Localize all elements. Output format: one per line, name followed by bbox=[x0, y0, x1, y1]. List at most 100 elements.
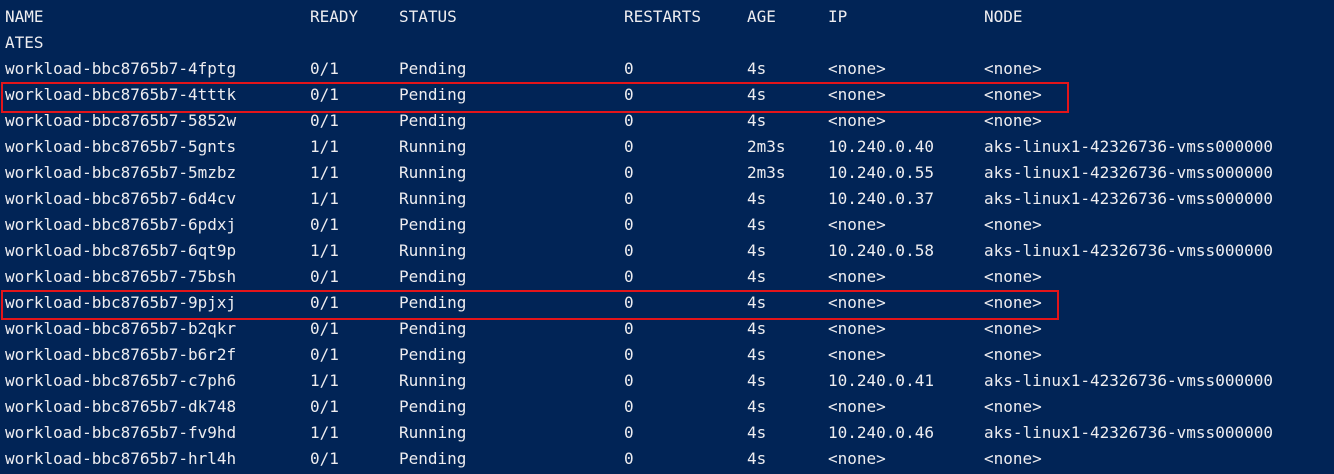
cell-restarts: 0 bbox=[624, 241, 634, 260]
cell-ready: 0/1 bbox=[310, 345, 339, 364]
cell-age: 4s bbox=[747, 397, 767, 416]
cell-ready: 0/1 bbox=[310, 215, 339, 234]
cell-restarts: 0 bbox=[624, 449, 634, 468]
cell-ip: <none> bbox=[828, 111, 886, 130]
cell-age: 4s bbox=[747, 267, 767, 286]
cell-ip: 10.240.0.37 bbox=[828, 189, 934, 208]
cell-ready: 1/1 bbox=[310, 163, 339, 182]
cell-name: workload-bbc8765b7-4fptg bbox=[5, 59, 237, 78]
cell-status: Pending bbox=[399, 59, 467, 78]
cell-node: <none> bbox=[984, 449, 1042, 468]
cell-node: <none> bbox=[984, 345, 1042, 364]
table-row: workload-bbc8765b7-4fptg 0/1 Pending 0 4s <no… bbox=[0, 56, 1334, 82]
cell-status: Pending bbox=[399, 293, 467, 312]
cell-name: workload-bbc8765b7-b2qkr bbox=[5, 319, 237, 338]
cell-age: 4s bbox=[747, 241, 767, 260]
table-row: workload-bbc8765b7-75bsh 0/1 Pending 0 4s <no… bbox=[0, 264, 1334, 290]
table-row: workload-bbc8765b7-b6r2f 0/1 Pending 0 4s <no… bbox=[0, 342, 1334, 368]
cell-name: workload-bbc8765b7-fv9hd bbox=[5, 423, 237, 442]
cell-node: aks-linux1-42326736-vmss000000 bbox=[984, 423, 1273, 442]
cell-node: <none> bbox=[984, 85, 1042, 104]
terminal-window[interactable]: NAME READY STATUS RESTARTS AGE IP NODE A… bbox=[0, 0, 1334, 474]
cell-status: Pending bbox=[399, 397, 467, 416]
cell-age: 4s bbox=[747, 371, 767, 390]
cell-age: 4s bbox=[747, 449, 767, 468]
cell-ready: 0/1 bbox=[310, 397, 339, 416]
table-row: workload-bbc8765b7-6pdxj 0/1 Pending 0 4s <no… bbox=[0, 212, 1334, 238]
table-row: workload-bbc8765b7-fv9hd 1/1 Running 0 4s 10.… bbox=[0, 420, 1334, 446]
cell-status: Pending bbox=[399, 319, 467, 338]
cell-node: <none> bbox=[984, 59, 1042, 78]
cell-name: workload-bbc8765b7-6d4cv bbox=[5, 189, 237, 208]
cell-ready: 1/1 bbox=[310, 241, 339, 260]
cell-age: 4s bbox=[747, 423, 767, 442]
cell-ip: <none> bbox=[828, 319, 886, 338]
cell-node: aks-linux1-42326736-vmss000000 bbox=[984, 241, 1273, 260]
cell-ip: 10.240.0.55 bbox=[828, 163, 934, 182]
cell-restarts: 0 bbox=[624, 319, 634, 338]
cell-node: <none> bbox=[984, 215, 1042, 234]
cell-age: 4s bbox=[747, 293, 767, 312]
cell-ip: 10.240.0.46 bbox=[828, 423, 934, 442]
cell-node: aks-linux1-42326736-vmss000000 bbox=[984, 163, 1273, 182]
header-name: NAME bbox=[5, 7, 44, 26]
cell-status: Pending bbox=[399, 345, 467, 364]
cell-node: <none> bbox=[984, 319, 1042, 338]
cell-restarts: 0 bbox=[624, 111, 634, 130]
cell-node: <none> bbox=[984, 397, 1042, 416]
cell-node: aks-linux1-42326736-vmss000000 bbox=[984, 371, 1273, 390]
cell-ip: <none> bbox=[828, 267, 886, 286]
cell-node: <none> bbox=[984, 293, 1042, 312]
header-age: AGE bbox=[747, 7, 776, 26]
table-row: workload-bbc8765b7-5852w 0/1 Pending 0 4s <no… bbox=[0, 108, 1334, 134]
cell-ready: 0/1 bbox=[310, 111, 339, 130]
cell-status: Pending bbox=[399, 449, 467, 468]
cell-age: 4s bbox=[747, 59, 767, 78]
cell-ready: 0/1 bbox=[310, 59, 339, 78]
cell-ready: 1/1 bbox=[310, 137, 339, 156]
cell-restarts: 0 bbox=[624, 397, 634, 416]
cell-restarts: 0 bbox=[624, 85, 634, 104]
wrapped-header-row: ATES bbox=[0, 30, 1334, 56]
cell-restarts: 0 bbox=[624, 267, 634, 286]
cell-node: <none> bbox=[984, 267, 1042, 286]
cell-status: Running bbox=[399, 241, 467, 260]
cell-ready: 0/1 bbox=[310, 267, 339, 286]
cell-name: workload-bbc8765b7-dk748 bbox=[5, 397, 237, 416]
cell-restarts: 0 bbox=[624, 189, 634, 208]
cell-status: Pending bbox=[399, 85, 467, 104]
header-restarts: RESTARTS bbox=[624, 7, 702, 26]
cell-name: workload-bbc8765b7-4tttk bbox=[5, 85, 237, 104]
cell-ip: 10.240.0.40 bbox=[828, 137, 934, 156]
cell-name: workload-bbc8765b7-b6r2f bbox=[5, 345, 237, 364]
cell-ready: 0/1 bbox=[310, 449, 339, 468]
cell-restarts: 0 bbox=[624, 345, 634, 364]
cell-name: workload-bbc8765b7-5852w bbox=[5, 111, 237, 130]
cell-node: <none> bbox=[984, 111, 1042, 130]
cell-ip: 10.240.0.58 bbox=[828, 241, 934, 260]
cell-status: Pending bbox=[399, 111, 467, 130]
cell-status: Running bbox=[399, 163, 467, 182]
cell-ready: 1/1 bbox=[310, 371, 339, 390]
table-row: workload-bbc8765b7-4tttk 0/1 Pending 0 4s <no… bbox=[0, 82, 1334, 108]
cell-status: Pending bbox=[399, 215, 467, 234]
header-ip: IP bbox=[828, 7, 848, 26]
table-row: workload-bbc8765b7-dk748 0/1 Pending 0 4s <no… bbox=[0, 394, 1334, 420]
cell-name: workload-bbc8765b7-5mzbz bbox=[5, 163, 237, 182]
cell-ip: <none> bbox=[828, 397, 886, 416]
table-row: workload-bbc8765b7-5mzbz 1/1 Running 0 2m3s 1… bbox=[0, 160, 1334, 186]
table-row: workload-bbc8765b7-hrl4h 0/1 Pending 0 4s <no… bbox=[0, 446, 1334, 472]
cell-age: 4s bbox=[747, 319, 767, 338]
cell-age: 4s bbox=[747, 189, 767, 208]
cell-ip: <none> bbox=[828, 449, 886, 468]
cell-ready: 0/1 bbox=[310, 85, 339, 104]
cell-status: Running bbox=[399, 423, 467, 442]
cell-name: workload-bbc8765b7-75bsh bbox=[5, 267, 237, 286]
header-node: NODE bbox=[984, 7, 1023, 26]
cell-ready: 0/1 bbox=[310, 293, 339, 312]
cell-name: workload-bbc8765b7-5gnts bbox=[5, 137, 237, 156]
cell-ip: <none> bbox=[828, 345, 886, 364]
cell-restarts: 0 bbox=[624, 137, 634, 156]
cell-age: 2m3s bbox=[747, 137, 786, 156]
header-status: STATUS bbox=[399, 7, 457, 26]
